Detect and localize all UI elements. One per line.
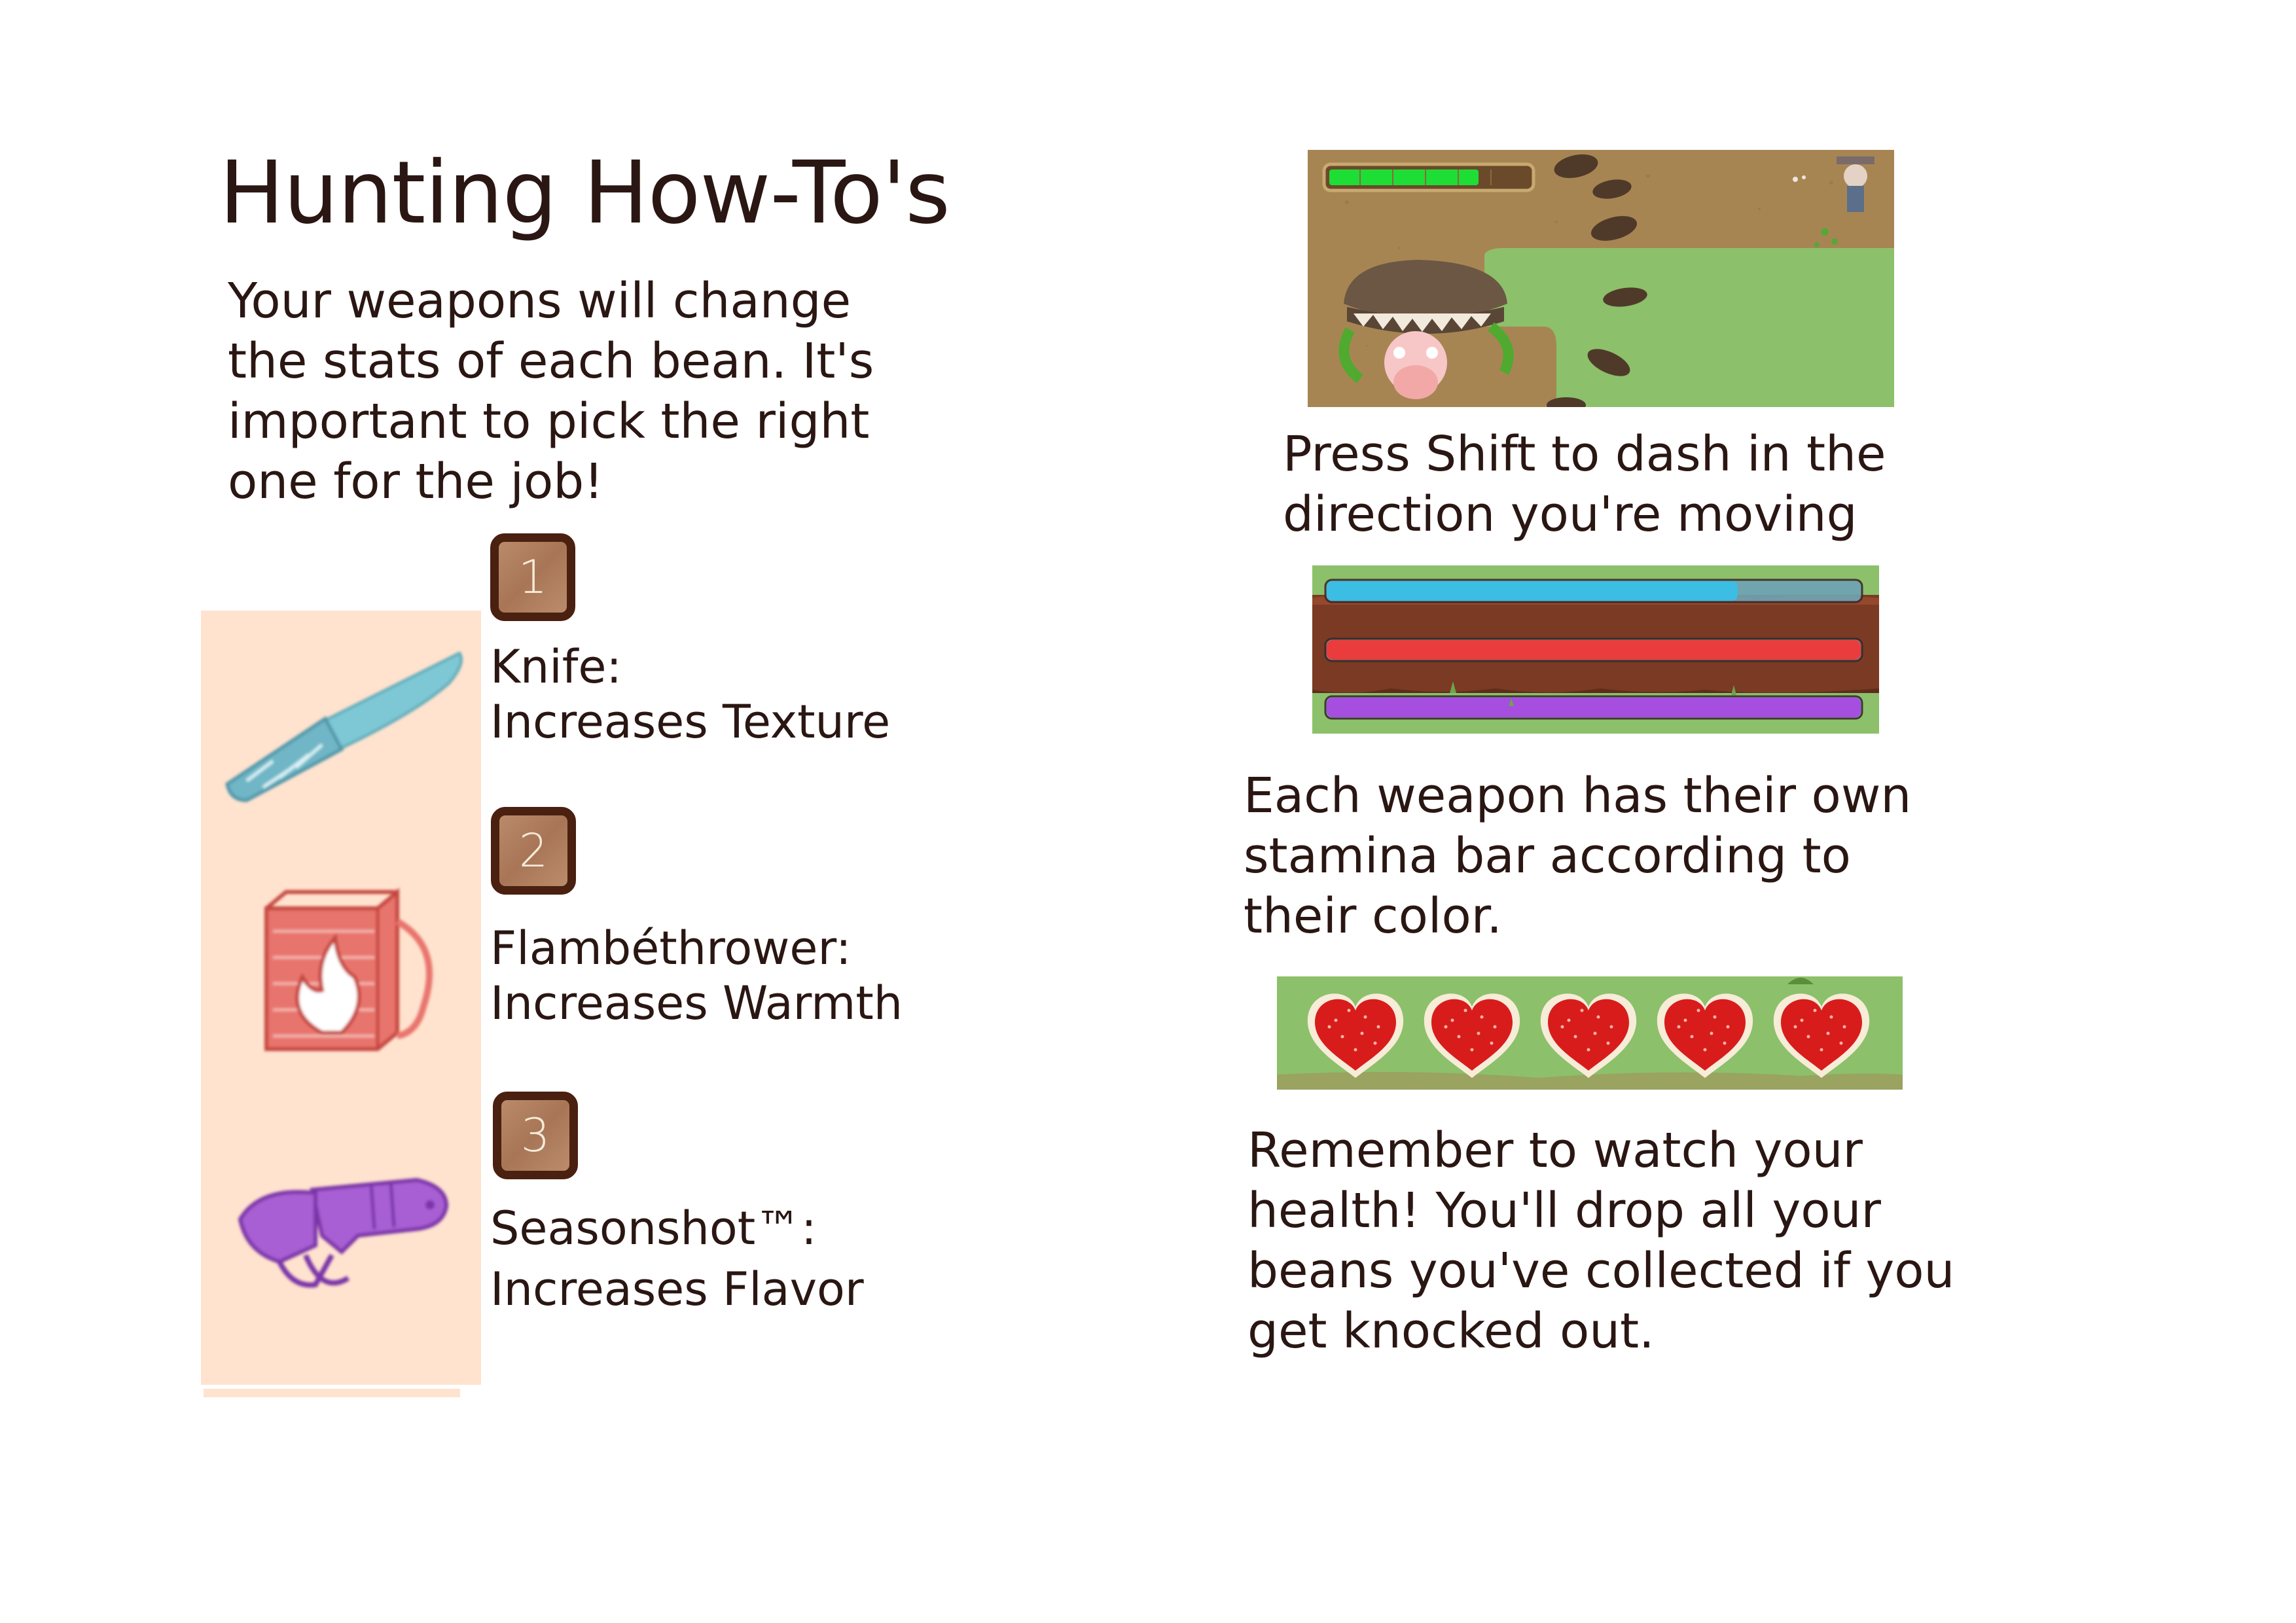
weapon-slot-3-badge: 3 (493, 1092, 578, 1179)
stamina-bar-fill (1327, 640, 1861, 660)
dash-meter-fill (1329, 169, 1479, 185)
stamina-bar-fill (1327, 698, 1861, 717)
weapon-slot-1-badge: 1 (490, 533, 575, 621)
weapon-effect-flambethrower: Increases Warmth (490, 976, 903, 1030)
weapon-name-flambethrower: Flambéthrower: (490, 921, 852, 975)
weapon-name-seasonshot: Seasonshot™: (490, 1202, 817, 1255)
stamina-bars-screenshot (1312, 565, 1879, 734)
intro-text: Your weapons will change the stats of ea… (228, 273, 874, 510)
weapon-icon-panel (201, 611, 481, 1385)
page-title: Hunting How-To's (219, 143, 950, 243)
stamina-bar-fill (1327, 581, 1738, 601)
weapon-effect-seasonshot: Increases Flavor (490, 1262, 864, 1316)
dash-gameplay-screenshot (1308, 150, 1894, 407)
dash-tip-caption: Press Shift to dash in the direction you… (1283, 426, 1886, 543)
panel-divider (204, 1389, 460, 1397)
health-tip-caption: Remember to watch your health! You'll dr… (1247, 1122, 1955, 1359)
weapon-effect-knife: Increases Texture (490, 695, 891, 749)
health-hearts-screenshot (1277, 976, 1903, 1090)
knife-icon (225, 651, 463, 802)
flamethrower-icon (264, 887, 433, 1051)
weapon-name-knife: Knife: (490, 640, 622, 694)
stamina-tip-caption: Each weapon has their own stamina bar ac… (1244, 768, 1912, 944)
seasonshot-icon (238, 1177, 449, 1288)
weapon-slot-2-badge: 2 (491, 807, 576, 895)
